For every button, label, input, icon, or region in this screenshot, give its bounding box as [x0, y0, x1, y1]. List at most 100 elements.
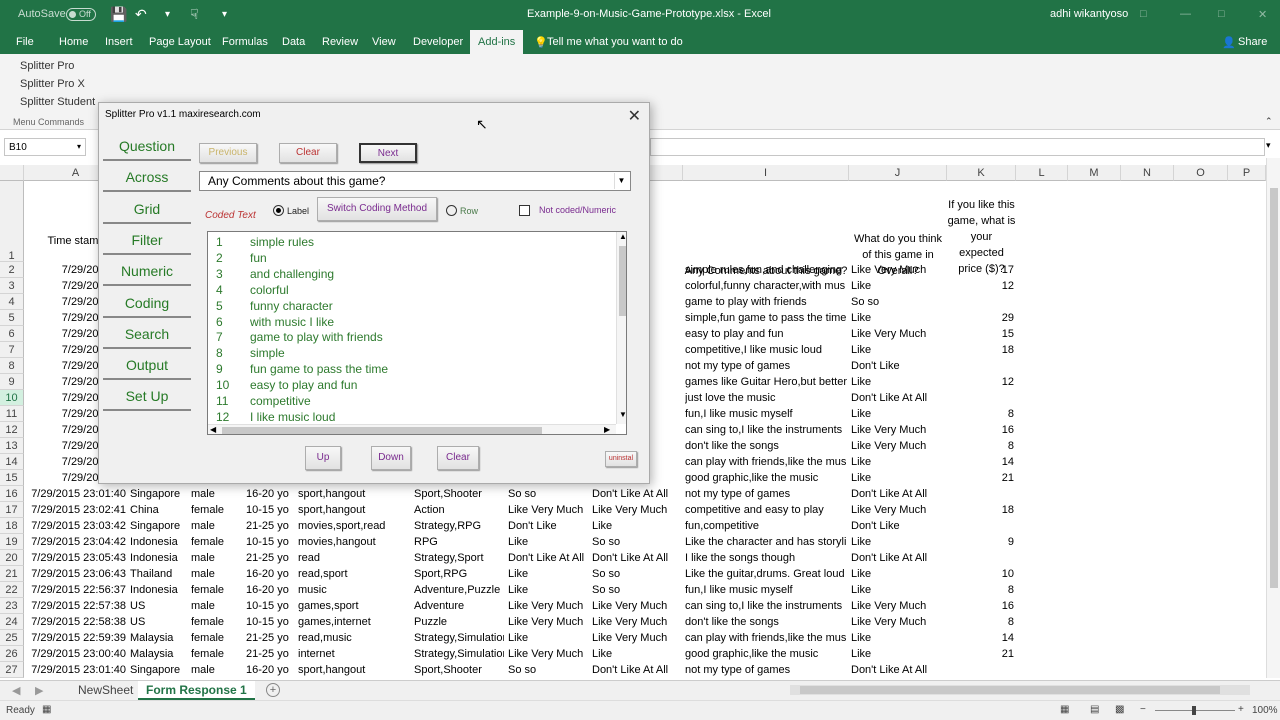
save-icon[interactable]: 💾	[110, 6, 127, 23]
table-cell[interactable]: movies,sport,read	[298, 518, 410, 534]
touch-mode-icon[interactable]: ☟	[190, 6, 199, 23]
table-cell[interactable]: colorful,funny character,with mus	[685, 278, 847, 294]
table-cell[interactable]: Like Very Much	[592, 502, 681, 518]
table-cell[interactable]: competitive,I like music loud	[685, 342, 847, 358]
table-cell[interactable]: Sport,RPG	[414, 566, 504, 582]
column-header-o[interactable]: O	[1174, 165, 1228, 181]
table-cell[interactable]: female	[191, 582, 242, 598]
tab-insert[interactable]: Insert	[105, 36, 133, 48]
table-cell[interactable]: just love the music	[685, 390, 847, 406]
tab-view[interactable]: View	[372, 36, 396, 48]
table-cell[interactable]: 7/29/2015 23:01:40	[26, 486, 126, 502]
table-cell[interactable]: Like	[851, 646, 945, 662]
table-cell[interactable]: Like	[851, 454, 945, 470]
table-cell[interactable]: Like	[851, 406, 945, 422]
table-cell[interactable]: sport,hangout	[298, 502, 410, 518]
row-header[interactable]: 6	[0, 326, 24, 342]
table-cell[interactable]: China	[130, 502, 187, 518]
tab-file[interactable]: File	[16, 36, 34, 48]
tab-data[interactable]: Data	[282, 36, 305, 48]
table-cell[interactable]: 18	[949, 502, 1014, 518]
row-header[interactable]: 13	[0, 438, 24, 454]
row-header[interactable]: 23	[0, 598, 24, 614]
sidebar-item-coding[interactable]: Coding	[103, 288, 191, 318]
row-header[interactable]: 9	[0, 374, 24, 390]
table-cell[interactable]: 10-15 yo	[246, 598, 294, 614]
list-item[interactable]: 8 simple	[208, 345, 616, 361]
table-cell[interactable]: Like	[592, 518, 681, 534]
table-cell[interactable]: game to play with friends	[685, 294, 847, 310]
table-cell[interactable]: can sing to,I like the instruments	[685, 422, 847, 438]
table-cell[interactable]: female	[191, 534, 242, 550]
row-header[interactable]: 16	[0, 486, 24, 502]
table-cell[interactable]: 10-15 yo	[246, 614, 294, 630]
table-cell[interactable]: male	[191, 550, 242, 566]
row-header[interactable]: 22	[0, 582, 24, 598]
table-cell[interactable]: 7/29/2015 23:01:40	[26, 662, 126, 678]
table-cell[interactable]: Don't Like At All	[508, 550, 588, 566]
scroll-down-icon[interactable]: ▼	[619, 410, 626, 419]
tab-add-ins[interactable]: Add-ins	[470, 30, 524, 54]
table-cell[interactable]: read,sport	[298, 566, 410, 582]
table-cell[interactable]: read,music	[298, 630, 410, 646]
table-cell[interactable]: Like Very Much	[508, 614, 588, 630]
table-cell[interactable]: 21-25 yo	[246, 646, 294, 662]
table-cell[interactable]: Like Very Much	[851, 502, 945, 518]
table-cell[interactable]: Like	[851, 582, 945, 598]
table-cell[interactable]: 21-25 yo	[246, 518, 294, 534]
row-header[interactable]: 11	[0, 406, 24, 422]
table-cell[interactable]: 29	[949, 310, 1014, 326]
table-cell[interactable]: not my type of games	[685, 662, 847, 678]
table-cell[interactable]: Like	[592, 646, 681, 662]
table-cell[interactable]: Thailand	[130, 566, 187, 582]
row-header[interactable]: 5	[0, 310, 24, 326]
table-cell[interactable]: good graphic,like the music	[685, 646, 847, 662]
table-cell[interactable]: fun,I like music myself	[685, 582, 847, 598]
table-cell[interactable]: Like the character and has storylir	[685, 534, 847, 550]
list-item[interactable]: 10 easy to play and fun	[208, 377, 616, 393]
table-cell[interactable]: games,sport	[298, 598, 410, 614]
table-cell[interactable]: Like	[851, 374, 945, 390]
table-cell[interactable]: 14	[949, 454, 1014, 470]
table-cell[interactable]: Like	[508, 534, 588, 550]
collapse-ribbon-icon[interactable]: ⌃	[1265, 116, 1273, 127]
sidebar-item-search[interactable]: Search	[103, 319, 191, 349]
table-cell[interactable]: movies,hangout	[298, 534, 410, 550]
table-cell[interactable]: So so	[592, 566, 681, 582]
table-cell[interactable]: 21-25 yo	[246, 550, 294, 566]
row-header[interactable]: 14	[0, 454, 24, 470]
table-cell[interactable]	[949, 518, 1014, 534]
minimize-icon[interactable]: —	[1180, 8, 1191, 20]
table-cell[interactable]: Strategy,Simulatior	[414, 646, 504, 662]
row-header[interactable]: 19	[0, 534, 24, 550]
table-cell[interactable]: Strategy,Sport	[414, 550, 504, 566]
table-cell[interactable]: Don't Like At All	[851, 550, 945, 566]
scroll-up-icon[interactable]: ▲	[619, 232, 626, 241]
table-cell[interactable]: Like Very Much	[851, 262, 945, 278]
previous-button[interactable]: Previous	[199, 143, 257, 163]
table-cell[interactable]: 12	[949, 374, 1014, 390]
table-cell[interactable]	[949, 294, 1014, 310]
table-cell[interactable]: not my type of games	[685, 486, 847, 502]
table-cell[interactable]: Like Very Much	[592, 630, 681, 646]
table-cell[interactable]: Strategy,RPG	[414, 518, 504, 534]
list-item[interactable]: 11 competitive	[208, 393, 616, 409]
tab-next-icon[interactable]: ▶	[35, 684, 43, 697]
list-hscroll-thumb[interactable]	[222, 427, 542, 434]
table-cell[interactable]: female	[191, 646, 242, 662]
share-icon[interactable]: 👤	[1222, 36, 1236, 49]
table-cell[interactable]: easy to play and fun	[685, 326, 847, 342]
table-cell[interactable]: 10-15 yo	[246, 502, 294, 518]
vertical-scrollbar[interactable]	[1266, 158, 1280, 678]
table-cell[interactable]	[949, 358, 1014, 374]
table-cell[interactable]: 8	[949, 614, 1014, 630]
table-cell[interactable]: games like Guitar Hero,but better	[685, 374, 847, 390]
table-cell[interactable]: 8	[949, 406, 1014, 422]
table-cell[interactable]: So so	[592, 582, 681, 598]
up-button[interactable]: Up	[305, 446, 341, 470]
table-cell[interactable]: 18	[949, 342, 1014, 358]
table-cell[interactable]: 16-20 yo	[246, 486, 294, 502]
table-cell[interactable]: Don't Like At All	[592, 662, 681, 678]
table-cell[interactable]: Don't Like At All	[851, 486, 945, 502]
table-cell[interactable]: Malaysia	[130, 630, 187, 646]
